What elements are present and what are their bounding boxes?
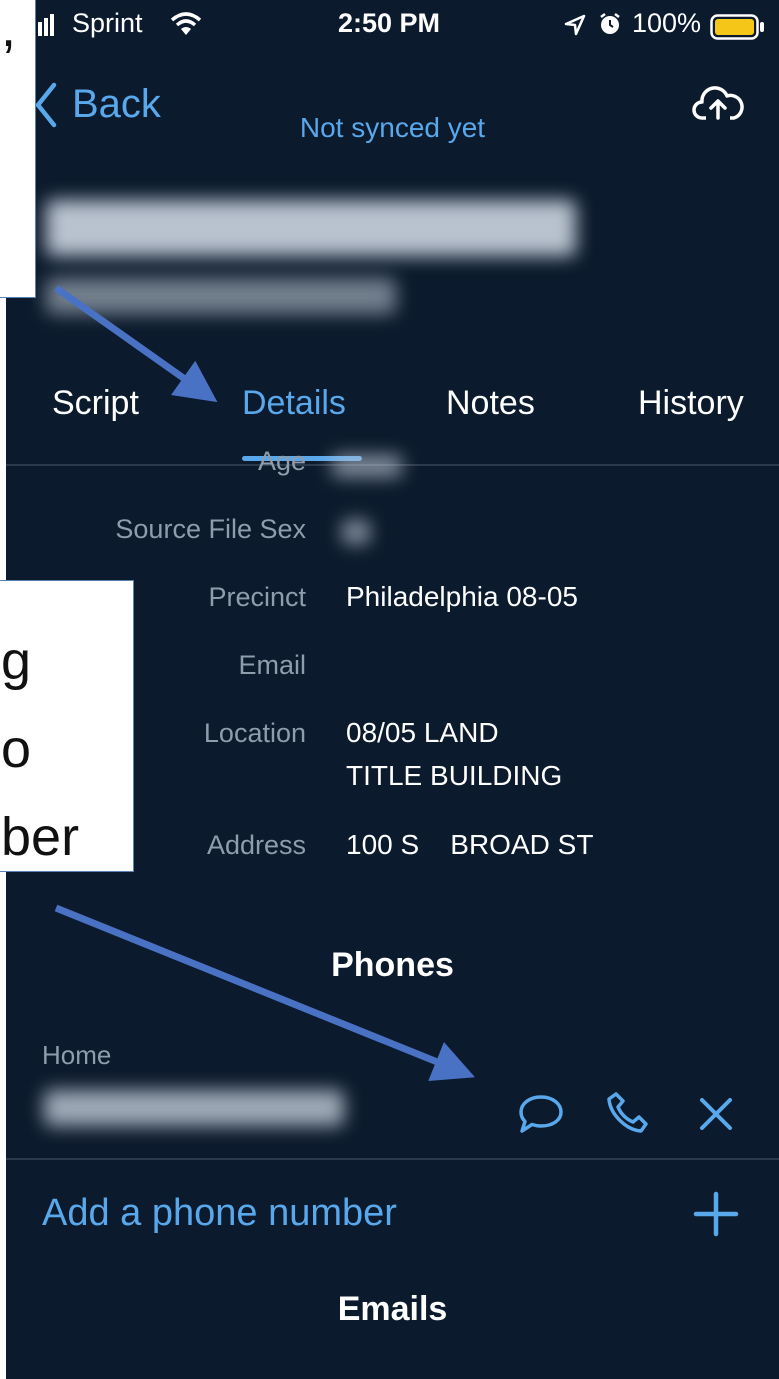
annotation-arrows	[53, 285, 475, 1081]
arrow-to-details-tab	[53, 285, 218, 403]
arrow-to-phone-actions	[54, 904, 475, 1081]
